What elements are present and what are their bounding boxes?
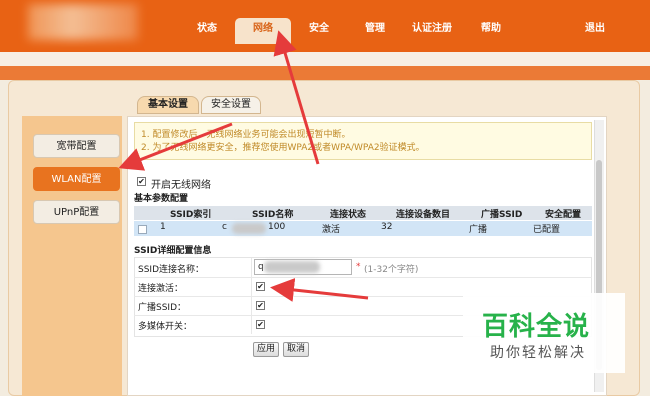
- ssid-length-hint: (1-32个字符): [364, 265, 419, 275]
- nav-auth-register[interactable]: 认证注册: [406, 20, 458, 38]
- sidebar-item-upnp[interactable]: UPnP配置: [33, 200, 120, 224]
- nav-help[interactable]: 帮助: [472, 20, 510, 38]
- cancel-button[interactable]: 取消: [283, 342, 309, 357]
- sidebar-item-wlan[interactable]: WLAN配置: [33, 167, 120, 191]
- row-ssid-name-prefix: c: [222, 222, 227, 232]
- row-security: 已配置: [533, 225, 561, 235]
- header-stripe: [0, 66, 650, 80]
- basic-params-title: 基本参数配置: [134, 194, 189, 204]
- nav-security[interactable]: 安全: [300, 20, 338, 38]
- multimedia-checkbox[interactable]: ✔: [256, 320, 265, 329]
- tab-security-settings[interactable]: 安全设置: [201, 96, 261, 114]
- enable-wifi-label: 开启无线网络: [151, 180, 211, 191]
- col-security: 安全配置: [545, 210, 582, 220]
- header-band: [0, 52, 650, 66]
- sidebar-item-broadband[interactable]: 宽带配置: [33, 134, 120, 158]
- ssid-input-redaction: [264, 261, 320, 273]
- row-device-count: 32: [381, 222, 393, 232]
- logo: [28, 4, 138, 40]
- apply-button[interactable]: 应用: [253, 342, 279, 357]
- row-broadcast: 广播: [469, 225, 488, 235]
- tab-basic-settings[interactable]: 基本设置: [137, 96, 199, 114]
- broadcast-ssid-label: 广播SSID：: [138, 303, 187, 313]
- row-ssid-name-suffix: 100: [268, 222, 286, 232]
- nav-network[interactable]: 网络: [235, 18, 291, 44]
- col-status: 连接状态: [330, 210, 367, 220]
- nav-management[interactable]: 管理: [356, 20, 394, 38]
- form-separator: [251, 315, 252, 334]
- notice-box: 1. 配置修改后，无线网络业务可能会出现短暂中断。 2. 为了无线网络更安全，推…: [134, 122, 592, 160]
- detail-title: SSID详细配置信息: [134, 246, 212, 256]
- table-row[interactable]: [134, 221, 592, 236]
- row-index: 1: [160, 222, 166, 232]
- broadcast-ssid-checkbox[interactable]: ✔: [256, 301, 265, 310]
- form-separator: [251, 277, 252, 296]
- enable-wifi-checkbox[interactable]: ✔: [137, 177, 146, 186]
- notice-line-2: 2. 为了无线网络更安全，推荐您使用WPA2或者WPA/WPA2验证模式。: [141, 143, 425, 153]
- connection-active-label: 连接激活：: [138, 284, 184, 294]
- col-ssid-index: SSID索引: [170, 210, 212, 220]
- ssid-name-redaction: [232, 223, 266, 234]
- watermark-title: 百科全说: [482, 312, 591, 342]
- col-ssid-name: SSID名称: [252, 210, 294, 220]
- nav-status[interactable]: 状态: [188, 20, 226, 38]
- logout-link[interactable]: 退出: [576, 20, 614, 38]
- row-status: 激活: [322, 225, 341, 235]
- notice-line-1: 1. 配置修改后，无线网络业务可能会出现短暂中断。: [141, 130, 351, 140]
- col-device-count: 连接设备数目: [396, 210, 451, 220]
- form-separator: [251, 258, 252, 277]
- form-separator: [251, 296, 252, 315]
- ssid-name-label: SSID连接名称：: [138, 265, 205, 275]
- watermark-subtitle: 助你轻松解决: [490, 345, 586, 361]
- row-select-checkbox[interactable]: [138, 225, 147, 234]
- connection-active-checkbox[interactable]: ✔: [256, 282, 265, 291]
- required-star: *: [356, 262, 361, 272]
- multimedia-label: 多媒体开关：: [138, 322, 193, 332]
- col-broadcast: 广播SSID: [481, 210, 523, 220]
